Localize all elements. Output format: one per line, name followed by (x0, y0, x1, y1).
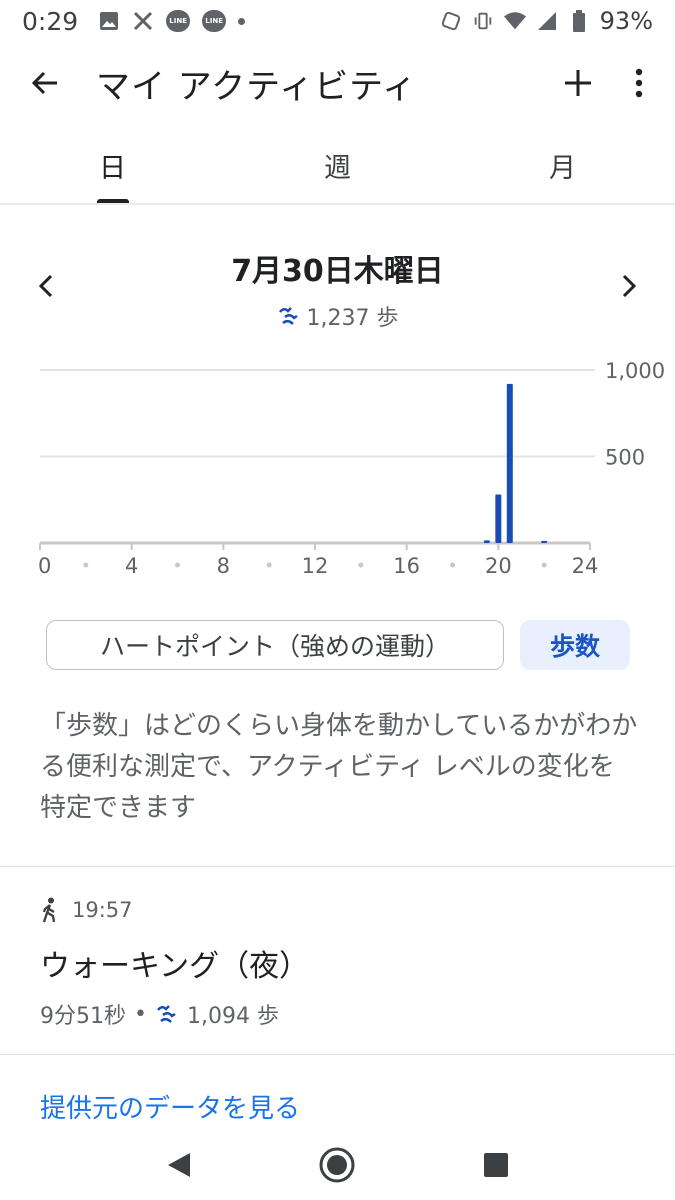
divider (0, 1054, 675, 1055)
x-icon (132, 10, 154, 32)
x-minor-tick-dot (541, 562, 547, 568)
signal-icon (536, 10, 558, 32)
steps-chart: 1,000 500 0 4 8 12 16 20 24 (0, 350, 675, 590)
home-circle-icon (319, 1147, 355, 1183)
nav-recents-button[interactable] (471, 1140, 521, 1190)
system-icons: 93% (440, 7, 653, 35)
metric-chips: ハートポイント（強めの運動） 歩数 (46, 620, 630, 670)
page-title: マイ アクティビティ (96, 66, 418, 107)
x-minor-tick-dot (450, 562, 455, 568)
steps-chip[interactable]: 歩数 (520, 620, 630, 670)
square-recents-icon (483, 1153, 508, 1177)
chart-bar (495, 494, 502, 543)
x-tick-label: 20 (485, 554, 512, 578)
activity-meta: 9分51秒 • 1,094 歩 (40, 998, 640, 1030)
x-minor-tick-dot (358, 562, 364, 568)
tab-month[interactable]: 月 (450, 126, 675, 204)
next-day-button[interactable] (609, 266, 649, 306)
steps-icon (278, 307, 298, 325)
x-tick-label: 24 (572, 554, 599, 578)
daily-steps: 1,237 歩 (0, 300, 675, 332)
tab-day[interactable]: 日 (0, 126, 225, 204)
tab-week[interactable]: 週 (225, 126, 450, 204)
battery-icon (568, 10, 590, 32)
chart-bar (483, 540, 490, 543)
notification-icons: LINE LINE (98, 10, 246, 32)
divider (0, 866, 675, 867)
x-tick-label: 12 (302, 554, 329, 578)
period-tabs: 日 週 月 (0, 126, 675, 204)
date-navigation: 7月30日木曜日 1,237 歩 (0, 238, 675, 338)
top-app-bar: マイ アクティビティ (0, 44, 675, 122)
y-tick-label: 1,000 (605, 359, 665, 383)
steps-chart-svg: 1,000 500 0 4 8 12 16 20 24 (38, 359, 665, 578)
activity-item[interactable]: 19:57 ウォーキング（夜） 9分51秒 • 1,094 歩 (40, 890, 640, 1040)
y-tick-label: 500 (605, 446, 645, 470)
image-icon (98, 10, 120, 32)
line-icon-2: LINE (202, 10, 227, 32)
x-minor-tick-dot (175, 562, 180, 568)
status-time: 0:29 (22, 6, 79, 36)
add-button[interactable] (553, 58, 603, 108)
chevron-right-icon (622, 274, 637, 298)
tab-week-label: 週 (324, 152, 351, 184)
view-source-data-link[interactable]: 提供元のデータを見る (40, 1088, 300, 1125)
plus-icon (565, 70, 591, 96)
daily-steps-value: 1,237 歩 (306, 306, 399, 331)
line-icon: LINE (166, 10, 191, 32)
nav-home-button[interactable] (312, 1140, 362, 1190)
activity-time-row: 19:57 (40, 890, 640, 930)
tab-month-label: 月 (549, 152, 576, 184)
steps-icon (157, 1005, 176, 1023)
triangle-back-icon (168, 1153, 191, 1177)
back-button[interactable] (20, 58, 70, 108)
activity-steps: 1,094 歩 (186, 1004, 279, 1029)
tabs-divider (0, 203, 675, 205)
wifi-icon (503, 10, 526, 32)
tab-day-label: 日 (99, 152, 126, 184)
more-options-button[interactable] (619, 58, 659, 108)
more-vert-icon (635, 68, 643, 98)
heart-points-chip[interactable]: ハートポイント（強めの運動） (46, 620, 504, 670)
x-tick-label: 0 (38, 554, 51, 578)
meta-separator: • (134, 1001, 147, 1027)
battery-level: 93% (599, 7, 653, 35)
arrow-back-icon (31, 71, 57, 95)
date-title: 7月30日木曜日 (231, 254, 444, 289)
activity-time: 19:57 (72, 898, 133, 922)
x-tick-label: 16 (393, 554, 420, 578)
walking-icon (42, 897, 56, 923)
chart-bar (506, 383, 513, 543)
nfc-icon (440, 10, 462, 32)
x-tick-label: 4 (125, 554, 138, 578)
x-minor-tick-dot (83, 562, 89, 568)
status-bar: 0:29 LINE LINE 93% (0, 0, 675, 42)
activity-title: ウォーキング（夜） (40, 949, 310, 984)
x-minor-tick-dot (266, 562, 272, 568)
nav-back-button[interactable] (154, 1140, 204, 1190)
system-navigation-bar (0, 1130, 675, 1200)
vibrate-icon (472, 10, 494, 32)
x-tick-label: 8 (217, 554, 230, 578)
activity-duration: 9分51秒 (40, 1004, 126, 1029)
more-notifications-icon (238, 17, 246, 25)
chart-bar (541, 540, 548, 543)
metric-description: 「歩数」はどのくらい身体を動かしているかがわかる便利な測定で、アクティビティ レ… (40, 711, 638, 823)
